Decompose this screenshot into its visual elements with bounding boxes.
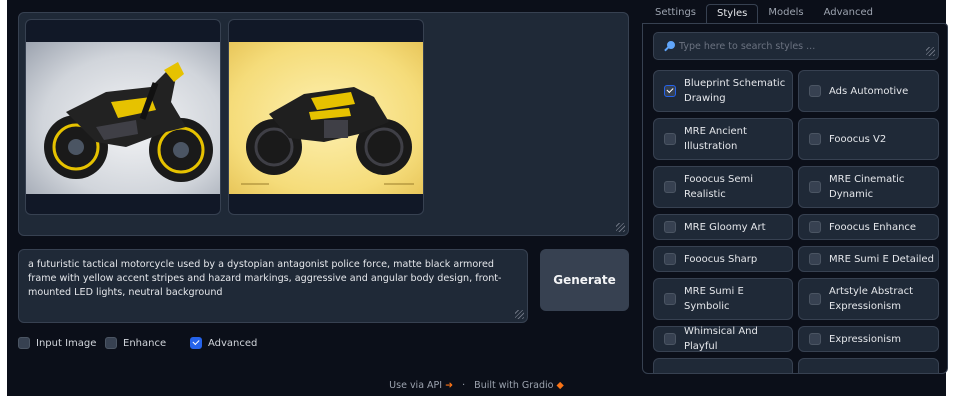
tab-styles[interactable]: Styles	[706, 4, 759, 24]
tab-advanced[interactable]: Advanced	[814, 4, 883, 24]
style-option[interactable]: Fooocus Sharp	[653, 246, 793, 272]
resize-handle[interactable]	[926, 47, 935, 56]
advanced-checkbox[interactable]: Advanced	[190, 337, 257, 349]
checkbox-label: Input Image	[36, 337, 97, 349]
style-label: Artstyle Abstract Expressionism	[829, 286, 914, 312]
search-icon	[664, 41, 675, 51]
prompt-textarea[interactable]: a futuristic tactical motorcycle used by…	[18, 249, 528, 323]
app-root: a futuristic tactical motorcycle used by…	[7, 0, 948, 396]
style-option[interactable]: Ads Automotive	[798, 70, 939, 112]
style-label: MRE Sumi E Symbolic	[684, 286, 744, 312]
style-search-input[interactable]: Type here to search styles ...	[653, 32, 939, 60]
style-checkbox[interactable]	[664, 293, 676, 305]
style-label: Expressionism	[829, 333, 902, 345]
style-checkbox[interactable]	[809, 253, 821, 265]
style-option-partial[interactable]	[653, 358, 793, 373]
checkbox-label: Advanced	[208, 337, 258, 349]
style-option-partial[interactable]	[798, 358, 939, 373]
style-label: MRE Gloomy Art	[684, 221, 766, 233]
style-checkbox[interactable]	[809, 333, 821, 345]
use-via-api-link[interactable]: Use via API	[389, 380, 442, 391]
style-label: Fooocus Semi Realistic	[684, 174, 753, 200]
generated-image[interactable]	[26, 42, 220, 194]
style-checkbox[interactable]	[809, 181, 821, 193]
generate-button[interactable]: Generate	[540, 249, 629, 311]
style-checkbox[interactable]	[664, 221, 676, 233]
footer: Use via API ➜ · Built with Gradio ◆	[7, 380, 946, 391]
style-label: Fooocus Sharp	[684, 253, 758, 265]
style-checkbox[interactable]	[664, 181, 676, 193]
style-option[interactable]: MRE Gloomy Art	[653, 214, 793, 240]
gallery-thumbnail[interactable]	[228, 19, 424, 215]
gradio-logo-icon: ◆	[556, 380, 564, 391]
tab-models[interactable]: Models	[758, 4, 813, 24]
style-label: Blueprint Schematic Drawing	[684, 78, 786, 104]
style-option[interactable]: Fooocus Enhance	[798, 214, 939, 240]
style-option[interactable]: Artstyle Abstract Expressionism	[798, 278, 939, 320]
styles-panel: Type here to search styles ... Blueprint…	[642, 23, 948, 374]
checkbox-box[interactable]	[18, 337, 30, 349]
style-label: MRE Sumi E Detailed	[829, 253, 934, 265]
enhance-checkbox[interactable]: Enhance	[105, 337, 166, 349]
resize-handle[interactable]	[616, 223, 625, 232]
style-option[interactable]: Whimsical And Playful	[653, 326, 793, 352]
style-label: MRE Ancient Illustration	[684, 126, 747, 152]
search-placeholder: Type here to search styles ...	[679, 40, 816, 52]
style-checkbox[interactable]	[664, 85, 676, 97]
style-label: Whimsical And Playful	[684, 326, 758, 352]
style-option[interactable]: Blueprint Schematic Drawing	[653, 70, 793, 112]
style-option[interactable]: Expressionism	[798, 326, 939, 352]
style-option[interactable]: MRE Ancient Illustration	[653, 118, 793, 160]
style-label: Fooocus Enhance	[829, 221, 917, 233]
style-label: Fooocus V2	[829, 133, 887, 145]
gallery-thumbnail[interactable]	[25, 19, 221, 215]
resize-handle[interactable]	[515, 310, 524, 319]
style-checkbox[interactable]	[809, 221, 821, 233]
built-with-gradio-link[interactable]: Built with Gradio	[474, 380, 553, 391]
checkbox-label: Enhance	[123, 337, 167, 349]
style-label: Ads Automotive	[829, 85, 909, 97]
style-option[interactable]: MRE Sumi E Symbolic	[653, 278, 793, 320]
prompt-text: a futuristic tactical motorcycle used by…	[28, 259, 502, 298]
style-label: MRE Cinematic Dynamic	[829, 174, 905, 200]
style-option[interactable]: MRE Cinematic Dynamic	[798, 166, 939, 208]
style-checkbox[interactable]	[809, 293, 821, 305]
style-option[interactable]: MRE Sumi E Detailed	[798, 246, 939, 272]
input-image-checkbox[interactable]: Input Image	[18, 337, 96, 349]
style-checkbox[interactable]	[809, 85, 821, 97]
style-checkbox[interactable]	[664, 253, 676, 265]
checkbox-box[interactable]	[105, 337, 117, 349]
style-checkbox[interactable]	[809, 133, 821, 145]
settings-tabs: Settings Styles Models Advanced	[645, 4, 946, 24]
style-option[interactable]: Fooocus Semi Realistic	[653, 166, 793, 208]
generated-image[interactable]	[229, 42, 423, 194]
style-option[interactable]: Fooocus V2	[798, 118, 939, 160]
checkbox-box[interactable]	[190, 337, 202, 349]
image-gallery	[18, 12, 629, 236]
tab-settings[interactable]: Settings	[645, 4, 706, 24]
style-checkbox[interactable]	[664, 333, 676, 345]
rocket-icon: ➜	[445, 380, 454, 391]
footer-separator: ·	[462, 380, 466, 391]
style-checkbox[interactable]	[664, 133, 676, 145]
